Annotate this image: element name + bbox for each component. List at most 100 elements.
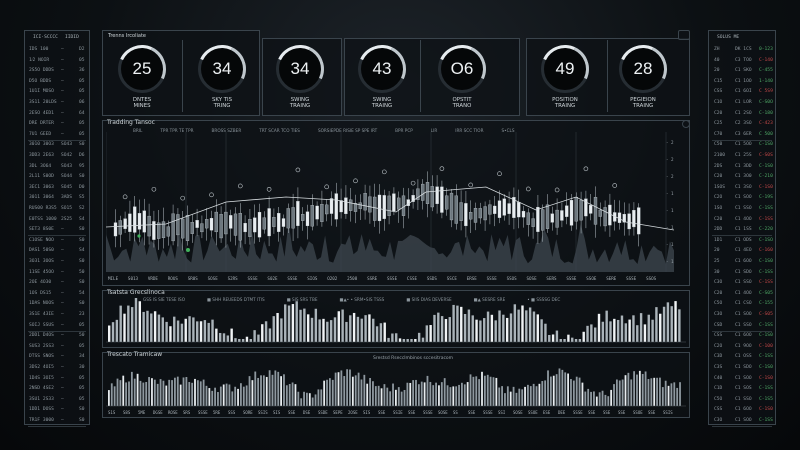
x-axis-tick-label: SSE: [618, 410, 626, 415]
volume-bar: [483, 318, 486, 342]
table-cell: —: [61, 396, 64, 402]
volume-bar: [128, 381, 130, 406]
top-close-badge[interactable]: [678, 30, 690, 40]
table-row: C2O C1 9OO C-100: [709, 342, 775, 351]
x-axis-tick-label: SOSE: [438, 410, 448, 415]
table-cell: CSS: [714, 89, 723, 95]
volume-bar: [153, 311, 157, 342]
volume-bar: [601, 321, 605, 342]
volume-bar: [505, 317, 509, 342]
table-cell: CSD: [714, 322, 723, 328]
volume-bar: [636, 325, 639, 342]
volume-bar: [237, 388, 239, 406]
volume-bar: [463, 314, 467, 342]
volume-bar: [383, 384, 386, 406]
candle-body: [157, 222, 161, 239]
candle-body: [137, 213, 142, 230]
volume-bar: [341, 309, 344, 342]
volume-bar: [472, 376, 475, 406]
gauge-label-line: TRAING: [554, 103, 576, 109]
y-axis-tick-label: - 1.40: [666, 225, 674, 230]
candle-body: [353, 203, 358, 212]
table-cell: 1D4S 3OI5: [29, 375, 54, 381]
table-cell: 1D1: [714, 237, 723, 243]
x-axis-tick-label: SSDS: [427, 276, 438, 281]
candle-body: [545, 204, 550, 229]
table-cell: —: [61, 365, 64, 370]
x-axis-tick-label: SSOE: [528, 410, 538, 415]
candle-body: [368, 196, 372, 213]
y-axis-tick-label: - 1.80: [666, 191, 674, 196]
main-chart-collapse-icon[interactable]: [682, 120, 690, 128]
table-row: 2100 C1 25S C-S0S: [709, 151, 775, 160]
table-cell: C25: [714, 121, 723, 127]
table-cell: 06: [79, 100, 85, 105]
table-row: C3O C1 SOO C-1SS: [709, 416, 775, 425]
x-axis-tick-label: SSIS: [258, 410, 268, 415]
table-cell: 30: [79, 365, 85, 370]
volume-bar: [283, 374, 285, 406]
table-cell: 20: [714, 68, 720, 74]
table-row: C20 C1 2SO C-180: [709, 109, 775, 118]
candle-body: [449, 192, 454, 221]
table-cell: —: [61, 280, 64, 286]
table-cell: 1⁄2 NOIR: [29, 58, 50, 64]
gauge-value: O6: [450, 59, 474, 78]
gauge-label: OPSTIT TRANO: [427, 97, 497, 109]
volume-bar: [169, 326, 172, 342]
volume-bar: [238, 339, 241, 342]
table-cell: 64: [79, 110, 85, 116]
table-header: SOLUS ME: [709, 33, 775, 42]
candle-body: [329, 198, 334, 214]
volume-bar: [211, 319, 214, 342]
bottom-volume-chart: S1S S8S 5ME DGSE ROSE SRS SSSE 5RE SSS SORE SSIS SI…: [106, 368, 686, 415]
table-cell: 05: [79, 322, 85, 328]
table-row: IDS 100 — D2: [25, 45, 89, 54]
table-cell: C1 OSS: [735, 354, 752, 360]
volume-bar: [561, 369, 564, 406]
table-row: 3SU1 2S33 — 05: [25, 395, 89, 404]
volume-bar: [150, 313, 153, 342]
volume-bar: [254, 371, 257, 406]
table-cell: C-1S0: [759, 365, 773, 370]
table-cell: C-220: [759, 227, 773, 233]
x-axis-tick-label: SSIS: [663, 410, 673, 415]
signal-marker: [410, 180, 416, 186]
volume-bar: [161, 317, 164, 342]
volume-bar: [218, 332, 222, 342]
table-cell: 7U1 GEED: [29, 131, 52, 137]
mid-chart-title: Tsatsta Grecslinoca: [107, 289, 165, 296]
table-cell: C1 SDO: [735, 269, 752, 275]
volume-bar: [456, 305, 459, 342]
table-row: 1SOS C1 3SO C-1S0: [709, 183, 775, 192]
volume-bar: [676, 387, 679, 406]
x-axis-tick-label: O202: [327, 276, 338, 281]
candle-body: [349, 199, 353, 211]
gauge-label-line: TRAING: [371, 103, 393, 109]
volume-bar: [284, 304, 287, 342]
table-row: C20 C1 4OO C-S05: [709, 289, 775, 298]
candle-body: [243, 223, 247, 233]
table-cell: C1 6OO: [735, 333, 752, 339]
volume-bar: [188, 316, 191, 342]
table-row: C40 C1 SOO C-1S0: [709, 374, 775, 383]
gauge-label-line: TRING: [213, 103, 231, 109]
table-cell: C2O: [714, 195, 723, 201]
volume-bar: [616, 319, 620, 342]
table-cell: C-140: [759, 57, 773, 63]
volume-bar: [245, 336, 249, 342]
signal-marker: [497, 171, 502, 176]
table-cell: —: [61, 68, 64, 74]
candle-body: [181, 218, 185, 239]
table-cell: D6: [79, 153, 85, 158]
volume-bar: [179, 384, 182, 406]
candle-body: [166, 226, 170, 237]
candle-body: [238, 213, 242, 241]
volume-bar: [574, 339, 578, 342]
volume-bar: [567, 334, 570, 342]
table-cell: TR1F 3000: [29, 418, 54, 423]
volume-bar: [265, 376, 268, 406]
volume-bar: [659, 377, 661, 406]
x-axis-tick-label: SSSE: [387, 276, 398, 281]
candle-body: [219, 214, 223, 239]
